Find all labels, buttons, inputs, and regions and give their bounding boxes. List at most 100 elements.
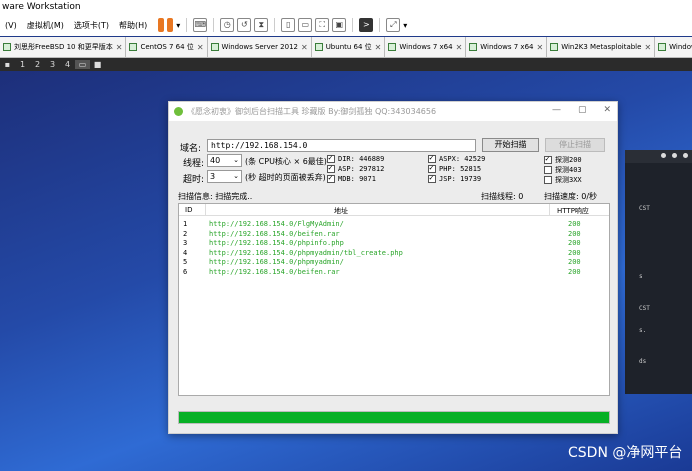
vm-icon (469, 43, 478, 51)
terminal-icon[interactable]: ▭ (75, 60, 90, 69)
vm-icon (314, 43, 323, 51)
vm-tab-strip: 刘思彤FreeBSD 10 和更早版本 ✕ CentOS 7 64 位 ✕ Wind… (0, 37, 692, 58)
threads-label: 线程: (183, 159, 205, 169)
close-icon[interactable]: ✕ (536, 43, 543, 52)
stretch-icon[interactable]: ⤢ (386, 18, 401, 32)
dict-asp-checkbox[interactable]: ASP: 297812 (327, 163, 384, 173)
start-scan-button[interactable]: 开始扫描 (482, 138, 539, 152)
watermark: CSDN @净网平台 (568, 445, 683, 461)
thumbnail-icon[interactable]: ▭ (298, 18, 313, 32)
dropdown-arrow-icon[interactable]: ▾ (403, 21, 407, 30)
workspace-4[interactable]: 4 (60, 60, 75, 69)
toolbar-divider (379, 18, 381, 32)
send-keys-icon[interactable]: ⌨ (193, 18, 208, 32)
unity-icon[interactable]: ▣ (332, 18, 347, 32)
dict-jsp-checkbox[interactable]: JSP: 19739 (428, 173, 481, 183)
results-header: ID 地址 HTTP响应 (179, 204, 609, 216)
terminal-line: ds (639, 358, 647, 365)
terminal-line: CST (639, 205, 650, 212)
col-header-http[interactable]: HTTP响应 (557, 206, 589, 216)
vm-icon (550, 43, 559, 51)
close-icon[interactable]: ✕ (456, 43, 463, 52)
terminal-line: s (639, 273, 643, 280)
column-divider (549, 204, 550, 216)
close-icon[interactable] (683, 153, 688, 158)
workspace-3[interactable]: 3 (45, 60, 60, 69)
scanner-titlebar: 《愿念初衷》御剑后台扫描工具 珍藏版 By:御剑孤独 QQ:343034656 … (169, 102, 617, 121)
snapshot-manager-icon[interactable]: ⧗ (254, 18, 269, 32)
menu-help[interactable]: 帮助(H) (114, 20, 152, 31)
column-divider (205, 204, 206, 216)
timeout-select[interactable]: 3 ⌄ (207, 170, 242, 183)
col-header-url[interactable]: 地址 (334, 206, 348, 216)
timeout-hint: (秒 超时的页面被丢弃) (245, 173, 326, 182)
snapshot-icon[interactable]: ◷ (220, 18, 235, 32)
minimize-icon[interactable] (661, 153, 666, 158)
close-icon[interactable]: ✕ (644, 43, 651, 52)
vm-tab-freebsd[interactable]: 刘思彤FreeBSD 10 和更早版本 ✕ (0, 37, 127, 57)
maximize-icon[interactable] (672, 153, 677, 158)
app-icon[interactable]: ■ (90, 60, 105, 69)
dropdown-arrow-icon[interactable]: ▾ (176, 21, 180, 30)
vm-tab-win7-a[interactable]: Windows 7 x64 ✕ (385, 37, 467, 57)
table-row[interactable]: 1 http://192.168.154.0/FlgMyAdmin/200 (179, 220, 609, 230)
dict-php-checkbox[interactable]: PHP: 52815 (428, 163, 481, 173)
domain-label: 域名: (180, 144, 202, 154)
table-row[interactable]: 5 http://192.168.154.0/phpmyadmin/200 (179, 258, 609, 268)
probe-200-checkbox[interactable]: 探测200 (544, 154, 582, 165)
scanner-window: 《愿念初衷》御剑后台扫描工具 珍藏版 By:御剑孤独 QQ:343034656 … (168, 101, 618, 434)
pause-icon-2[interactable] (167, 18, 174, 32)
window-title: 《愿念初衷》御剑后台扫描工具 珍藏版 By:御剑孤独 QQ:343034656 (187, 107, 437, 116)
workspace-2[interactable]: 2 (30, 60, 45, 69)
vm-icon (3, 43, 11, 51)
col-header-id[interactable]: ID (185, 206, 192, 214)
scan-speed: 扫描速度: 0/秒 (544, 192, 598, 201)
results-table: ID 地址 HTTP响应 1 http://192.168.154.0/FlgMy… (178, 203, 610, 396)
close-icon[interactable]: ✕ (301, 43, 308, 52)
vmware-toolbar: ▾ ⌨ ◷ ↺ ⧗ ▯ ▭ ⛶ ▣ > ⤢ ▾ (158, 18, 407, 32)
dict-aspx-checkbox[interactable]: ASPX: 42529 (428, 153, 485, 163)
probe-3xx-checkbox[interactable]: 探测3XX (544, 175, 582, 185)
menu-view[interactable]: (V) (0, 21, 22, 30)
vm-icon (210, 43, 219, 51)
vm-tab-win7-b[interactable]: Windows 7 x64 ✕ (466, 37, 548, 57)
console-icon[interactable]: > (359, 18, 374, 32)
threads-select[interactable]: 40 ⌄ (207, 154, 242, 167)
fullscreen-icon[interactable]: ⛶ (315, 18, 330, 32)
vmware-title: ware Workstation (0, 0, 692, 14)
timeout-label: 超时: (183, 175, 205, 185)
probe-403-checkbox[interactable]: 探测403 (544, 165, 582, 175)
vm-tab-win2k3[interactable]: Win2K3 Metasploitable ✕ (547, 37, 656, 57)
minimize-icon[interactable]: — (552, 105, 561, 115)
close-icon[interactable]: ✕ (197, 43, 204, 52)
pause-icon[interactable] (158, 18, 165, 32)
workspace-1[interactable]: 1 (15, 60, 30, 69)
progress-fill (179, 412, 609, 423)
dict-mdb-checkbox[interactable]: MDB: 9071 (327, 173, 376, 183)
close-icon[interactable]: ✕ (603, 105, 611, 115)
menu-vm[interactable]: 虚拟机(M) (22, 20, 69, 31)
vm-icon (388, 43, 397, 51)
menu-icon[interactable]: ▪ (0, 60, 15, 69)
scanner-body: 域名: http://192.168.154.0 开始扫描 停止扫描 线程: 4… (169, 121, 617, 433)
vm-tab-windows-s[interactable]: Windows S (655, 37, 692, 57)
scan-progress-bar (178, 411, 610, 424)
vm-tab-centos[interactable]: CentOS 7 64 位 ✕ (126, 37, 208, 57)
table-row[interactable]: 6 http://192.168.154.0/beifen.rar 200 (179, 268, 609, 278)
vm-tab-ubuntu[interactable]: Ubuntu 64 位 ✕ (311, 37, 386, 57)
maximize-icon[interactable]: ▢ (578, 105, 587, 115)
dict-dir-checkbox[interactable]: DIR: 446889 (327, 153, 384, 163)
stop-scan-button[interactable]: 停止扫描 (545, 138, 605, 152)
close-icon[interactable]: ✕ (116, 43, 123, 52)
close-icon[interactable]: ✕ (375, 43, 382, 52)
domain-input[interactable]: http://192.168.154.0 (207, 139, 476, 152)
sidebar-toggle-icon[interactable]: ▯ (281, 18, 296, 32)
chevron-down-icon: ⌄ (233, 172, 239, 180)
vm-icon (658, 43, 667, 51)
scan-info: 扫描信息: 扫描完成.. (178, 192, 253, 201)
revert-snapshot-icon[interactable]: ↺ (237, 18, 252, 32)
vm-tab-winserver[interactable]: Windows Server 2012 ✕ (207, 37, 312, 57)
scan-threads: 扫描线程: 0 (481, 192, 524, 201)
table-row[interactable]: 3 http://192.168.154.0/phpinfo.php 200 (179, 239, 609, 249)
menu-tabs[interactable]: 选项卡(T) (69, 20, 114, 31)
